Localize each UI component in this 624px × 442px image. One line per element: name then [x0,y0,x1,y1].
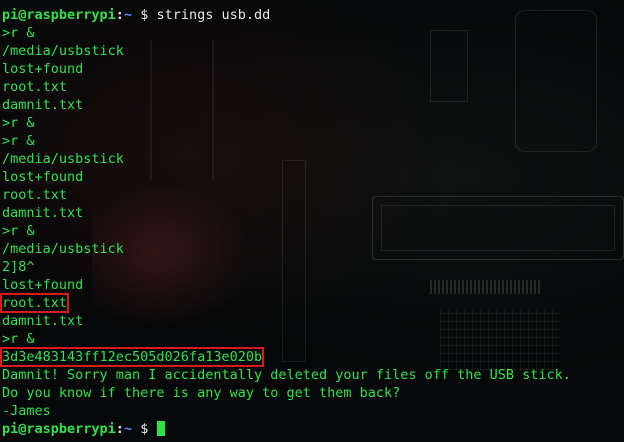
output-line-highlighted: root.txt [0,293,571,313]
command-line: pi@raspberrypi:~ $ strings usb.dd [2,6,571,24]
output-line: damnit.txt [2,313,84,329]
output-line: /media/usbstick [2,151,124,167]
prompt-user-host: pi@raspberrypi [2,421,116,437]
output-line: >r & [2,115,35,131]
prompt-symbol: $ [140,7,149,23]
output-line: lost+found [2,61,84,77]
prompt-path: ~ [123,7,133,23]
output-line-highlighted: 3d3e483143ff12ec505d026fa13e020b [0,347,571,367]
command-text: strings usb.dd [156,7,271,23]
output-line: damnit.txt [2,205,84,221]
prompt-path: ~ [123,421,133,437]
message-line: Do you know if there is any way to get t… [2,385,401,401]
message-line: Damnit! Sorry man I accidentally deleted… [2,367,571,383]
terminal-window[interactable]: pi@raspberrypi:~ $ strings usb.dd >r & /… [0,0,624,442]
prompt-symbol: $ [140,421,149,437]
output-line: /media/usbstick [2,43,124,59]
output-line: >r & [2,331,35,347]
current-prompt-line[interactable]: pi@raspberrypi:~ $ [2,420,571,438]
output-line: /media/usbstick [2,241,124,257]
root-txt-highlight: root.txt [0,293,70,313]
prompt-separator: : [115,7,124,23]
output-line: root.txt [2,79,68,95]
output-line: >r & [2,133,35,149]
prompt-user-host: pi@raspberrypi [2,7,116,23]
text-cursor[interactable] [156,421,165,436]
output-line: damnit.txt [2,97,84,113]
output-line: root.txt [2,187,68,203]
output-line: >r & [2,223,35,239]
output-line: lost+found [2,277,84,293]
prompt-separator: : [115,421,124,437]
output-line: 2]8^ [2,259,35,275]
terminal-output: pi@raspberrypi:~ $ strings usb.dd >r & /… [0,0,571,438]
output-line: lost+found [2,169,84,185]
hash-highlight: 3d3e483143ff12ec505d026fa13e020b [0,347,265,367]
output-line: >r & [2,25,35,41]
message-line: -James [2,403,51,419]
